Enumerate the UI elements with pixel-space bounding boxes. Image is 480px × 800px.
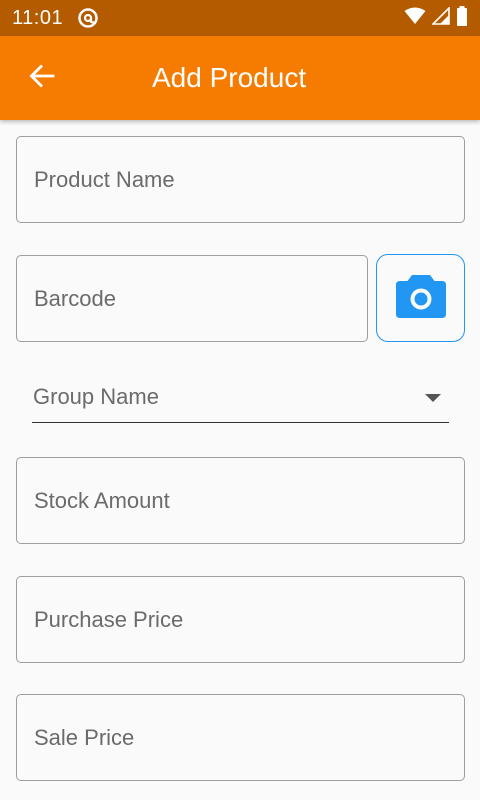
- status-icons: [404, 5, 468, 31]
- group-name-dropdown[interactable]: Group Name: [32, 376, 449, 423]
- battery-icon: [456, 5, 468, 31]
- product-name-field[interactable]: Product Name: [16, 136, 465, 223]
- sale-price-label: Sale Price: [34, 724, 135, 750]
- stock-amount-field[interactable]: Stock Amount: [16, 457, 465, 544]
- status-bar: 11:01: [0, 0, 480, 36]
- barcode-label: Barcode: [34, 285, 116, 311]
- stock-amount-label: Stock Amount: [34, 487, 170, 513]
- app-bar: Add Product: [0, 36, 480, 120]
- arrow-back-icon: [29, 63, 55, 94]
- purchase-price-field[interactable]: Purchase Price: [16, 576, 465, 663]
- barcode-field[interactable]: Barcode: [16, 255, 368, 342]
- at-sign-icon: [77, 7, 99, 29]
- purchase-price-label: Purchase Price: [34, 606, 184, 632]
- group-name-label: Group Name: [33, 384, 159, 409]
- back-button[interactable]: [18, 54, 66, 102]
- product-name-label: Product Name: [34, 166, 175, 192]
- page-title: Add Product: [152, 62, 307, 93]
- status-time: 11:01: [12, 6, 64, 29]
- signal-icon: [431, 5, 450, 30]
- camera-icon: [395, 273, 447, 324]
- wifi-icon: [404, 7, 426, 30]
- dropdown-arrow-icon: [425, 394, 441, 402]
- scan-barcode-button[interactable]: [376, 254, 465, 342]
- sale-price-field[interactable]: Sale Price: [16, 694, 465, 781]
